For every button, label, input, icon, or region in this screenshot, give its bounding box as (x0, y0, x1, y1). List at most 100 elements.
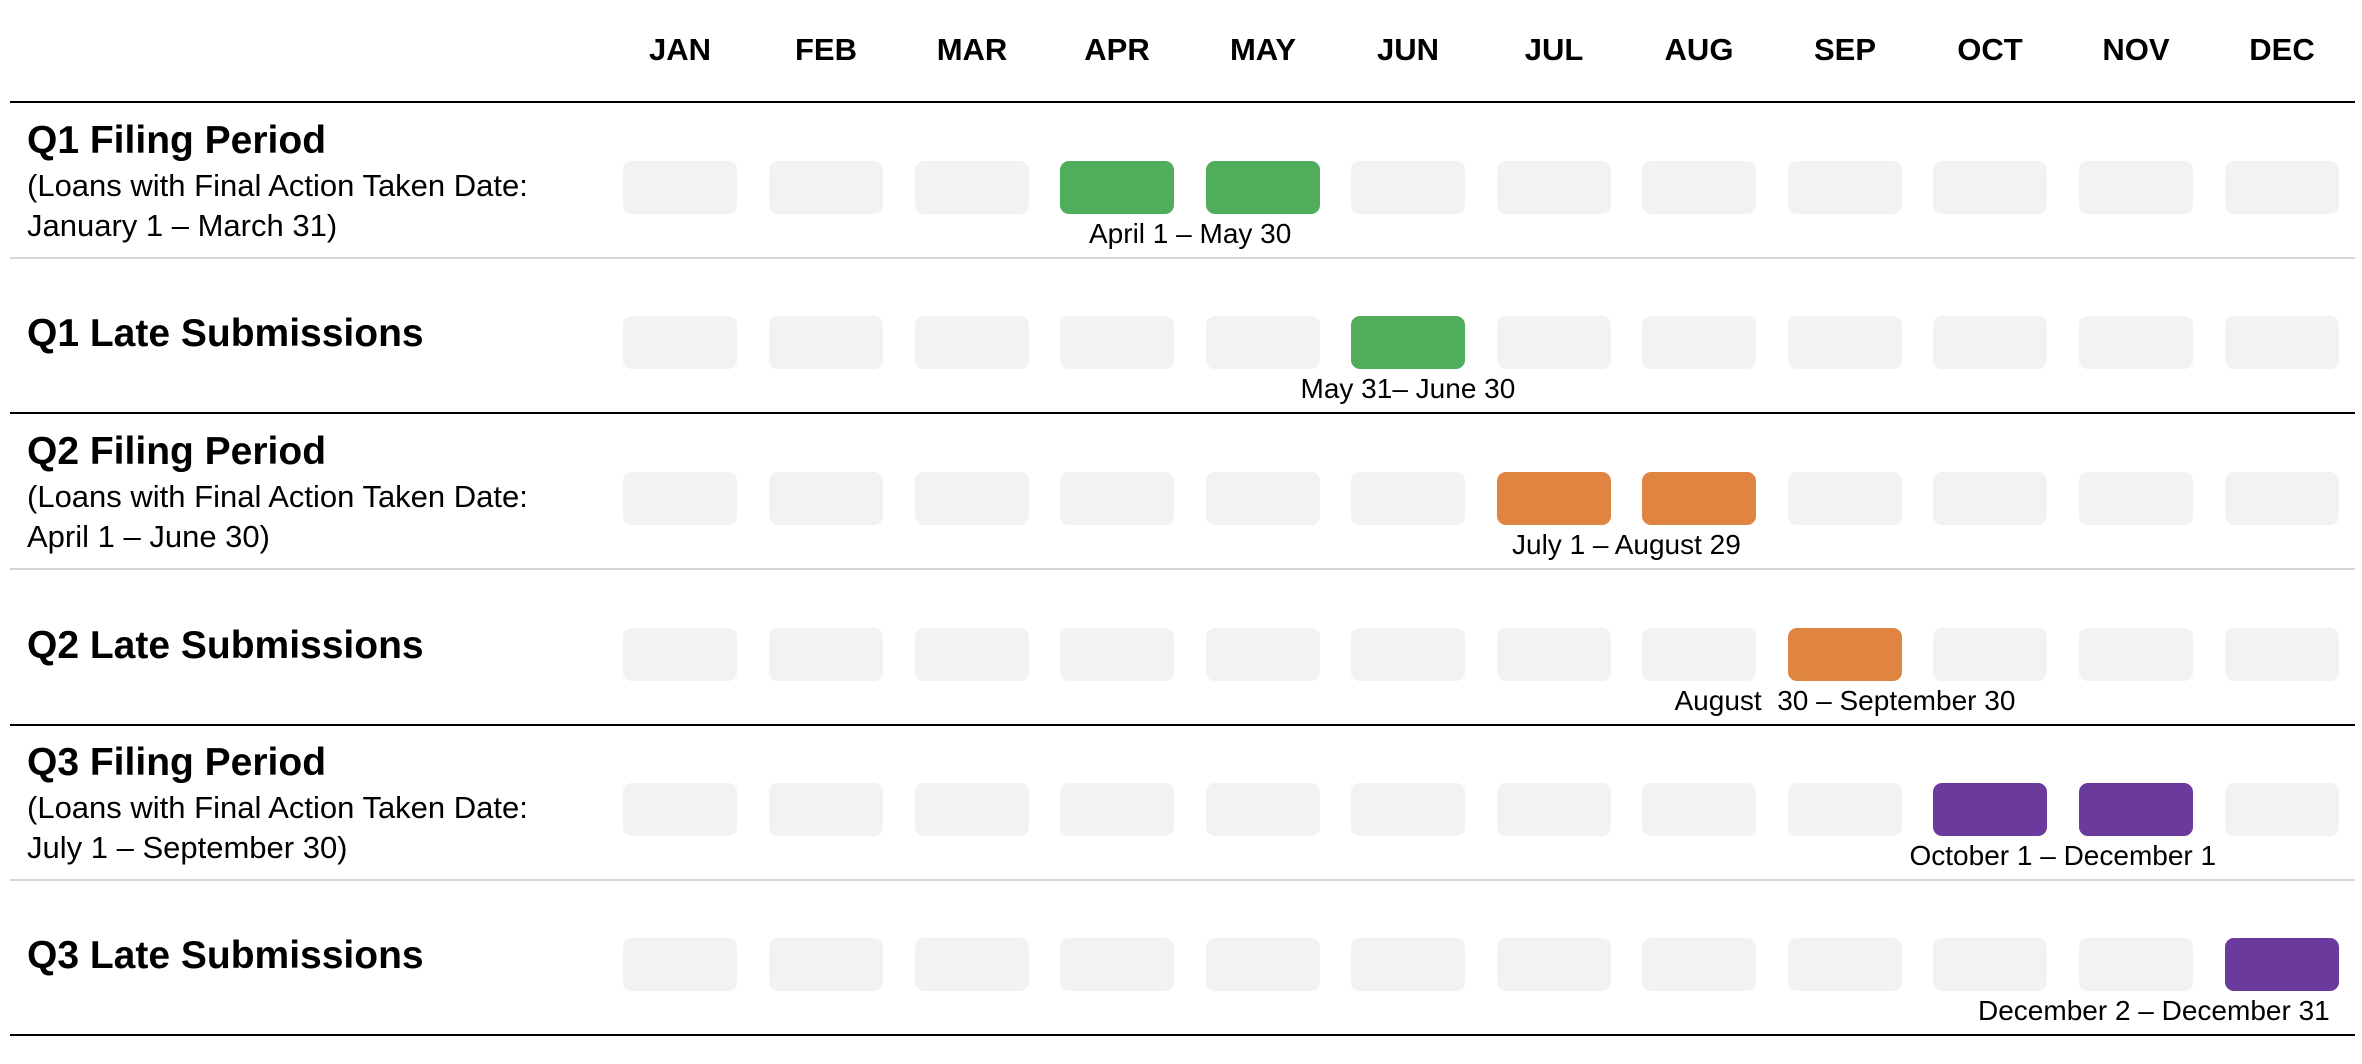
month-header-sep: SEP (1813, 32, 1877, 67)
month-header-feb: FEB (795, 32, 857, 67)
empty-month-cell (623, 938, 737, 991)
empty-month-cell (1933, 938, 2047, 991)
empty-month-cell (1060, 316, 1174, 369)
empty-month-cell (1351, 938, 1465, 991)
empty-month-cell (769, 472, 883, 525)
date-range-label: December 2 – December 31 (1978, 995, 2330, 1026)
row-divider (10, 257, 2355, 259)
row-subtitle: January 1 – March 31) (27, 208, 338, 243)
month-header-mar: MAR (936, 32, 1008, 67)
active-month-cell (2079, 783, 2193, 836)
row-title: Q3 Late Submissions (27, 934, 424, 977)
empty-month-cell (1060, 938, 1174, 991)
empty-month-cell (1206, 628, 1320, 681)
empty-month-cell (1642, 938, 1756, 991)
empty-month-cell (1933, 161, 2047, 214)
row-divider (10, 724, 2355, 726)
empty-month-cell (915, 161, 1029, 214)
empty-month-cell (1642, 628, 1756, 681)
empty-month-cell (2225, 316, 2339, 369)
empty-month-cell (1642, 161, 1756, 214)
empty-month-cell (1060, 783, 1174, 836)
empty-month-cell (1933, 472, 2047, 525)
empty-month-cell (2079, 938, 2193, 991)
empty-month-cell (1206, 938, 1320, 991)
empty-month-cell (1497, 161, 1611, 214)
empty-month-cell (1497, 938, 1611, 991)
empty-month-cell (1788, 783, 1902, 836)
row-divider (10, 412, 2355, 414)
empty-month-cell (623, 316, 737, 369)
empty-month-cell (2225, 472, 2339, 525)
month-header-oct: OCT (1957, 32, 2023, 67)
empty-month-cell (1351, 783, 1465, 836)
date-range-label: April 1 – May 30 (1089, 218, 1292, 249)
empty-month-cell (769, 938, 883, 991)
empty-month-cell (769, 783, 883, 836)
empty-month-cell (769, 316, 883, 369)
empty-month-cell (769, 628, 883, 681)
date-range-label: July 1 – August 29 (1512, 529, 1741, 560)
empty-month-cell (623, 783, 737, 836)
empty-month-cell (769, 161, 883, 214)
empty-month-cell (2225, 783, 2339, 836)
empty-month-cell (1060, 472, 1174, 525)
empty-month-cell (1497, 628, 1611, 681)
row-subtitle: (Loans with Final Action Taken Date: (27, 168, 528, 203)
row-title: Q3 Filing Period (27, 741, 327, 784)
empty-month-cell (1351, 628, 1465, 681)
empty-month-cell (1060, 628, 1174, 681)
active-month-cell (1933, 783, 2047, 836)
empty-month-cell (2079, 472, 2193, 525)
row-subtitle: July 1 – September 30) (27, 830, 348, 865)
empty-month-cell (1497, 316, 1611, 369)
empty-month-cell (1206, 472, 1320, 525)
date-range-label: October 1 – December 1 (1909, 840, 2217, 871)
empty-month-cell (1642, 316, 1756, 369)
empty-month-cell (915, 783, 1029, 836)
empty-month-cell (1933, 628, 2047, 681)
empty-month-cell (2079, 316, 2193, 369)
active-month-cell (1351, 316, 1465, 369)
empty-month-cell (1788, 316, 1902, 369)
empty-month-cell (1788, 472, 1902, 525)
empty-month-cell (1642, 783, 1756, 836)
active-month-cell (1788, 628, 1902, 681)
empty-month-cell (915, 472, 1029, 525)
row-divider (10, 879, 2355, 881)
empty-month-cell (1206, 783, 1320, 836)
empty-month-cell (1497, 783, 1611, 836)
month-header-aug: AUG (1664, 32, 1734, 67)
row-title: Q1 Filing Period (27, 119, 327, 162)
month-header-apr: APR (1084, 32, 1150, 67)
empty-month-cell (1788, 161, 1902, 214)
row-subtitle: (Loans with Final Action Taken Date: (27, 790, 528, 825)
active-month-cell (1206, 161, 1320, 214)
active-month-cell (1497, 472, 1611, 525)
empty-month-cell (915, 628, 1029, 681)
row-divider (10, 568, 2355, 570)
empty-month-cell (2225, 161, 2339, 214)
empty-month-cell (915, 316, 1029, 369)
empty-month-cell (623, 472, 737, 525)
month-header-jan: JAN (648, 32, 711, 67)
row-title: Q2 Late Submissions (27, 624, 424, 667)
month-header-jun: JUN (1376, 32, 1439, 67)
row-divider (10, 1034, 2355, 1036)
row-title: Q2 Filing Period (27, 430, 327, 473)
empty-month-cell (2079, 161, 2193, 214)
month-header-jul: JUL (1524, 32, 1584, 67)
date-range-label: August 30 – September 30 (1674, 685, 2016, 716)
row-title: Q1 Late Submissions (27, 312, 424, 355)
row-subtitle: (Loans with Final Action Taken Date: (27, 479, 528, 514)
empty-month-cell (2225, 628, 2339, 681)
month-header-may: MAY (1229, 32, 1297, 67)
empty-month-cell (1351, 472, 1465, 525)
header-divider (10, 101, 2355, 103)
empty-month-cell (623, 628, 737, 681)
empty-month-cell (1351, 161, 1465, 214)
empty-month-cell (1933, 316, 2047, 369)
active-month-cell (2225, 938, 2339, 991)
empty-month-cell (623, 161, 737, 214)
month-header-dec: DEC (2249, 32, 2315, 67)
